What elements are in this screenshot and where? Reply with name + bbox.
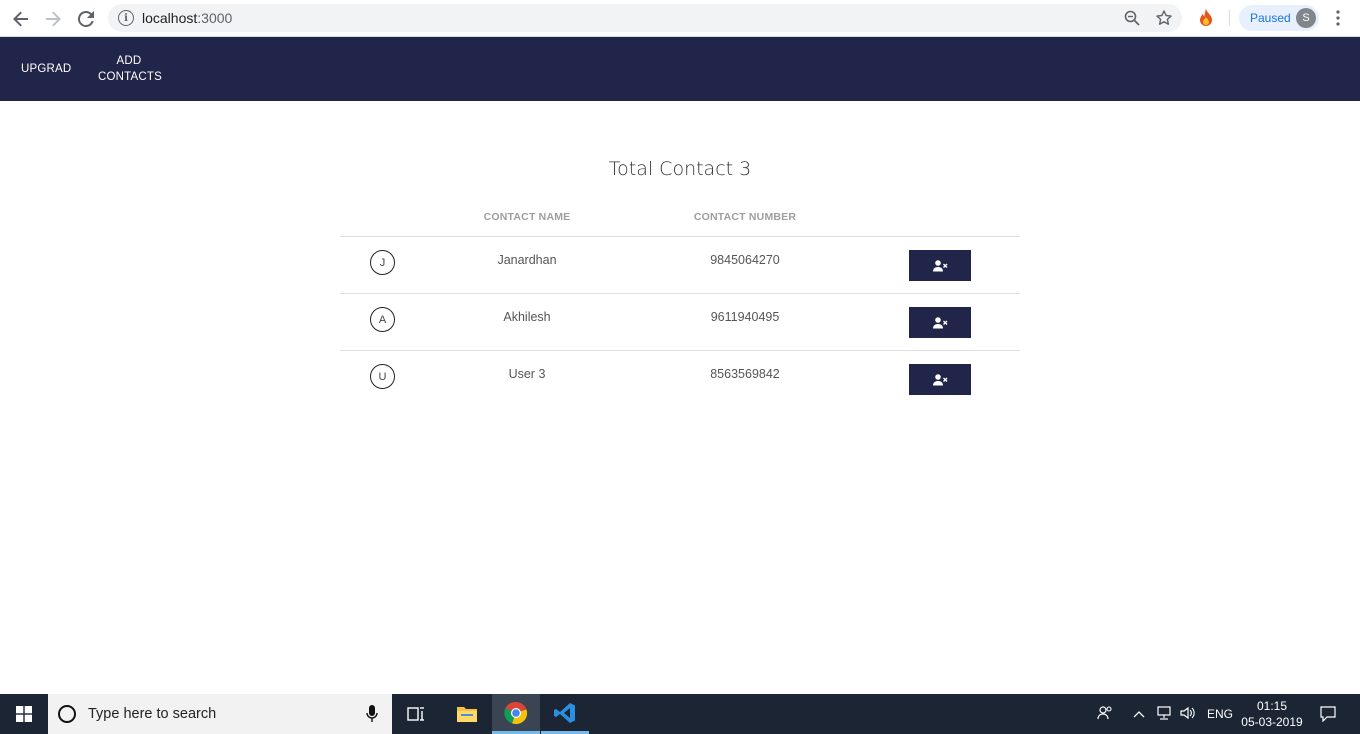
contacts-table: CONTACT NAME CONTACT NUMBER J Janardhan … <box>340 200 1020 408</box>
app-navbar: UPGRAD ADD CONTACTS <box>0 37 1360 101</box>
contact-number: 9611940495 <box>710 310 780 324</box>
nav-add-contacts-link[interactable]: ADD CONTACTS <box>98 53 162 85</box>
contact-name: Akhilesh <box>503 310 551 324</box>
bookmark-star-icon[interactable] <box>1155 9 1173 27</box>
chrome-taskbar-icon[interactable] <box>492 694 540 734</box>
vscode-taskbar-icon[interactable] <box>541 694 589 734</box>
taskbar-search-box[interactable]: Type here to search <box>48 694 392 734</box>
table-header: CONTACT NAME CONTACT NUMBER <box>340 200 1020 237</box>
zoom-icon[interactable] <box>1123 9 1141 27</box>
profile-avatar: S <box>1296 8 1316 28</box>
delete-contact-button[interactable] <box>909 364 971 395</box>
file-explorer-icon[interactable] <box>443 694 491 734</box>
remove-user-icon <box>932 373 947 385</box>
delete-contact-button[interactable] <box>909 307 971 338</box>
info-icon[interactable]: i <box>118 10 134 26</box>
remove-user-icon <box>932 259 947 271</box>
microphone-icon[interactable] <box>366 705 378 723</box>
table-row: A Akhilesh 9611940495 <box>340 294 1020 351</box>
back-arrow-icon[interactable] <box>9 7 33 31</box>
browser-menu-icon[interactable] <box>1330 8 1346 28</box>
extension-fire-icon[interactable] <box>1197 8 1215 28</box>
page-title: Total Contact 3 <box>608 158 752 180</box>
paused-label: Paused <box>1250 11 1291 25</box>
action-center-icon[interactable] <box>1320 706 1336 725</box>
reload-icon[interactable] <box>74 7 98 31</box>
cortana-icon <box>58 705 76 723</box>
column-header-number: CONTACT NUMBER <box>693 211 797 223</box>
clock-time: 01:15 <box>1256 699 1288 713</box>
contact-name: User 3 <box>508 367 546 381</box>
task-view-icon[interactable] <box>392 694 440 734</box>
toolbar-divider <box>1229 10 1230 26</box>
volume-icon[interactable] <box>1180 706 1196 723</box>
column-header-name: CONTACT NAME <box>483 211 571 223</box>
contact-avatar: A <box>370 307 395 332</box>
table-row: J Janardhan 9845064270 <box>340 237 1020 294</box>
contact-name: Janardhan <box>497 253 557 267</box>
chevron-up-icon[interactable] <box>1133 707 1145 721</box>
contact-avatar: J <box>370 250 395 275</box>
url-text[interactable]: localhost:3000 <box>142 10 232 26</box>
nav-brand-link[interactable]: UPGRAD <box>21 61 71 77</box>
os-taskbar: Type here to search ENG 01:15 05-03-2019 <box>0 694 1360 734</box>
language-indicator[interactable]: ENG <box>1207 707 1233 721</box>
address-bar[interactable]: i localhost:3000 <box>108 4 1182 32</box>
windows-start-icon[interactable] <box>0 694 48 734</box>
contact-avatar: U <box>370 364 395 389</box>
clock-date: 05-03-2019 <box>1241 715 1303 729</box>
delete-contact-button[interactable] <box>909 250 971 281</box>
profile-paused-button[interactable]: Paused S <box>1239 5 1319 31</box>
network-icon[interactable] <box>1156 706 1172 723</box>
contact-number: 9845064270 <box>710 253 780 267</box>
contact-number: 8563569842 <box>710 367 780 381</box>
search-placeholder: Type here to search <box>88 706 217 722</box>
table-row: U User 3 8563569842 <box>340 351 1020 408</box>
remove-user-icon <box>932 316 947 328</box>
forward-arrow-icon[interactable] <box>41 7 65 31</box>
people-icon[interactable] <box>1097 705 1113 724</box>
browser-toolbar: i localhost:3000 Paused S <box>0 0 1360 37</box>
taskbar-clock[interactable]: 01:15 05-03-2019 <box>1238 698 1306 730</box>
